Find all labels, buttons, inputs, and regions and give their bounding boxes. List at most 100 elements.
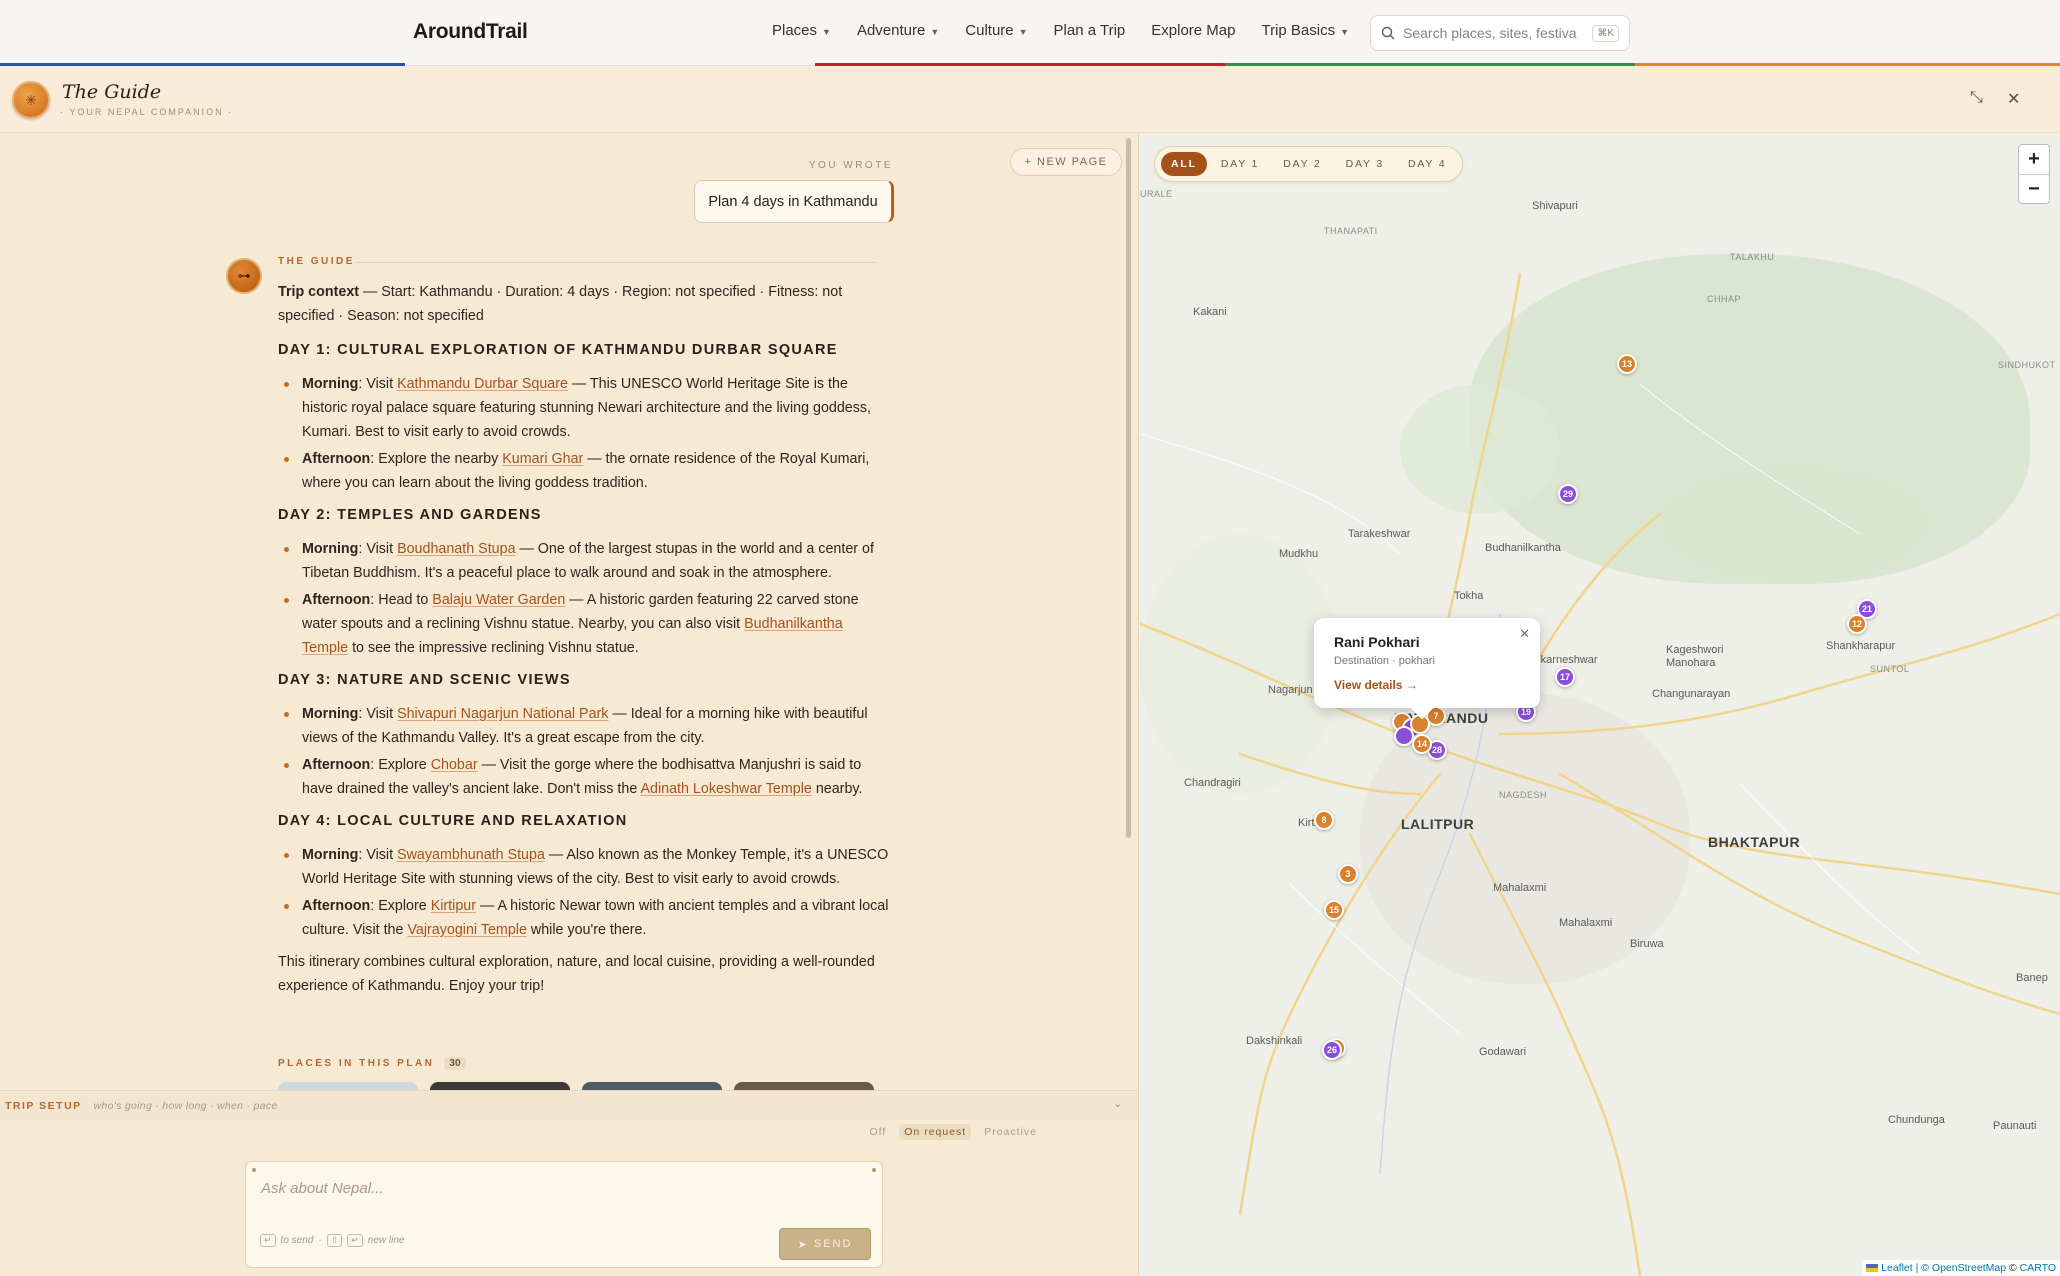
send-button[interactable]: ➤ SEND	[779, 1228, 871, 1260]
trip-context: Trip context — Start: Kathmandu · Durati…	[278, 280, 890, 328]
map-view[interactable]: Shivapuri THANAPATI TALAKHU CHHAP Kakani…	[1140, 134, 2060, 1276]
item-text: : Explore the nearby	[370, 451, 503, 467]
send-label: SEND	[813, 1238, 853, 1250]
close-icon[interactable]: ✕	[1519, 626, 1530, 642]
attribution-leaflet[interactable]: Leaflet | ©	[1881, 1262, 1932, 1274]
item-text: : Head to	[370, 592, 433, 608]
place-link[interactable]: Kirtipur	[431, 898, 476, 914]
time-of-day: Morning	[302, 706, 359, 722]
map-label: CHHAP	[1707, 294, 1742, 304]
search-placeholder: Search places, sites, festiva	[1403, 25, 1577, 41]
map-label: SINDHUKOT	[1998, 360, 2056, 370]
place-link[interactable]: Shivapuri Nagarjun National Park	[397, 706, 608, 722]
nav-explore-map-label: Explore Map	[1151, 22, 1236, 39]
search-input[interactable]: Search places, sites, festiva ⌘K	[1370, 15, 1630, 51]
divider	[356, 262, 876, 263]
mode-on-request[interactable]: On request	[899, 1124, 972, 1140]
guide-title: The Guide	[62, 81, 162, 103]
attribution-carto[interactable]: CARTO	[2020, 1262, 2056, 1274]
nav-plan-trip[interactable]: Plan a Trip	[1054, 22, 1126, 39]
item-text: to see the impressive reclining Vishnu s…	[348, 640, 639, 656]
message-composer[interactable]: Ask about Nepal... ↵ to send · ⇧ ↵ new l…	[245, 1161, 883, 1268]
list-item: Afternoon: Explore Kirtipur — A historic…	[278, 894, 890, 942]
places-in-plan-label: PLACES IN THIS PLAN 30	[278, 1057, 466, 1070]
map-label: Paunauti	[1993, 1120, 2037, 1132]
map-attribution: Leaflet | © OpenStreetMap © CARTO	[1862, 1260, 2060, 1276]
map-marker[interactable]: 29	[1558, 484, 1578, 504]
day-filter-tabs: ALL DAY 1 DAY 2 DAY 3 DAY 4	[1154, 146, 1464, 182]
list-item: Afternoon: Head to Balaju Water Garden —…	[278, 588, 890, 660]
map-marker[interactable]: 3	[1338, 864, 1358, 884]
nav-adventure[interactable]: Adventure ▼	[857, 22, 939, 39]
close-icon[interactable]: ✕	[2007, 89, 2020, 109]
list-item: Afternoon: Explore the nearby Kumari Gha…	[278, 447, 890, 495]
map-label: Banep	[2016, 972, 2048, 984]
place-link[interactable]: Chobar	[431, 757, 478, 773]
zoom-in-button[interactable]: +	[2019, 145, 2049, 174]
minimize-icon[interactable]: ⤡	[1970, 89, 1983, 107]
guide-header: ✳ The Guide · YOUR NEPAL COMPANION · ⤡ ✕	[0, 67, 2060, 133]
nav-explore-map[interactable]: Explore Map	[1151, 22, 1235, 39]
map-marker[interactable]: 17	[1555, 667, 1575, 687]
item-text: : Visit	[358, 376, 398, 392]
map-marker[interactable]	[1394, 726, 1414, 746]
view-details-link[interactable]: View details →	[1334, 678, 1418, 692]
map-marker[interactable]: 14	[1412, 734, 1432, 754]
map-label: Mahalaxmi	[1559, 917, 1613, 929]
list-item: Morning: Visit Swayambhunath Stupa — Als…	[278, 843, 890, 891]
hint-newline: new line	[367, 1235, 405, 1246]
site-logo[interactable]: AroundTrail	[413, 20, 528, 44]
item-text: : Visit	[358, 706, 398, 722]
place-link[interactable]: Balaju Water Garden	[432, 592, 565, 608]
guide-emblem-icon: ✳	[12, 81, 50, 119]
map-label: Shivapuri	[1532, 200, 1578, 212]
mode-off[interactable]: Off	[864, 1124, 891, 1140]
time-of-day: Afternoon	[302, 592, 371, 608]
time-of-day: Morning	[302, 847, 359, 863]
places-count-badge: 30	[444, 1057, 466, 1070]
nav-trip-basics-label: Trip Basics	[1261, 22, 1336, 39]
map-label: Godawari	[1479, 1046, 1527, 1058]
map-marker[interactable]: 15	[1324, 900, 1344, 920]
place-link[interactable]: Swayambhunath Stupa	[397, 847, 545, 863]
corner-dot	[872, 1168, 876, 1172]
item-text: nearby.	[811, 781, 863, 797]
nav-places[interactable]: Places ▼	[772, 22, 831, 39]
map-marker[interactable]: 8	[1314, 810, 1334, 830]
nav-trip-basics[interactable]: Trip Basics ▼	[1261, 22, 1349, 39]
panel-divider[interactable]	[1138, 134, 1139, 1276]
new-page-button[interactable]: + NEW PAGE	[1010, 148, 1122, 176]
nav-culture[interactable]: Culture ▼	[965, 22, 1027, 39]
tab-day-3[interactable]: DAY 3	[1336, 152, 1394, 176]
attribution-osm[interactable]: OpenStreetMap	[1932, 1262, 2006, 1274]
map-roads	[1140, 272, 2060, 1276]
map-marker[interactable]: 12	[1847, 614, 1867, 634]
map-marker[interactable]: 13	[1617, 354, 1637, 374]
day-3-list: Morning: Visit Shivapuri Nagarjun Nation…	[278, 702, 890, 801]
chat-scrollbar[interactable]	[1126, 138, 1131, 838]
trip-setup-bar[interactable]: TRIP SETUP who's going · how long · when…	[0, 1090, 1138, 1120]
tab-day-2[interactable]: DAY 2	[1273, 152, 1331, 176]
map-marker[interactable]: 26	[1322, 1040, 1342, 1060]
place-link[interactable]: Boudhanath Stupa	[397, 541, 515, 557]
list-item: Afternoon: Explore Chobar — Visit the go…	[278, 753, 890, 801]
tab-day-1[interactable]: DAY 1	[1211, 152, 1269, 176]
tab-day-4[interactable]: DAY 4	[1398, 152, 1456, 176]
closing-text: This itinerary combines cultural explora…	[278, 954, 875, 994]
tab-all[interactable]: ALL	[1161, 152, 1207, 176]
map-popup: ✕ Rani Pokhari Destination · pokhari Vie…	[1314, 618, 1540, 720]
guide-label: THE GUIDE	[278, 256, 355, 267]
place-link[interactable]: Kathmandu Durbar Square	[397, 376, 568, 392]
composer-input[interactable]: Ask about Nepal...	[261, 1180, 384, 1197]
time-of-day: Morning	[302, 376, 359, 392]
place-link[interactable]: Vajrayogini Temple	[407, 922, 526, 938]
place-link[interactable]: Kumari Ghar	[502, 451, 583, 467]
main-nav: Places ▼ Adventure ▼ Culture ▼ Plan a Trip …	[772, 22, 1349, 39]
zoom-out-button[interactable]: −	[2019, 174, 2049, 203]
place-link[interactable]: Adinath Lokeshwar Temple	[640, 781, 811, 797]
flag-stripe-orange	[1635, 63, 2060, 66]
trip-context-label: Trip context	[278, 284, 360, 300]
chevron-down-icon[interactable]: ⌄	[1114, 1099, 1122, 1110]
time-of-day: Afternoon	[302, 451, 371, 467]
mode-proactive[interactable]: Proactive	[979, 1124, 1042, 1140]
